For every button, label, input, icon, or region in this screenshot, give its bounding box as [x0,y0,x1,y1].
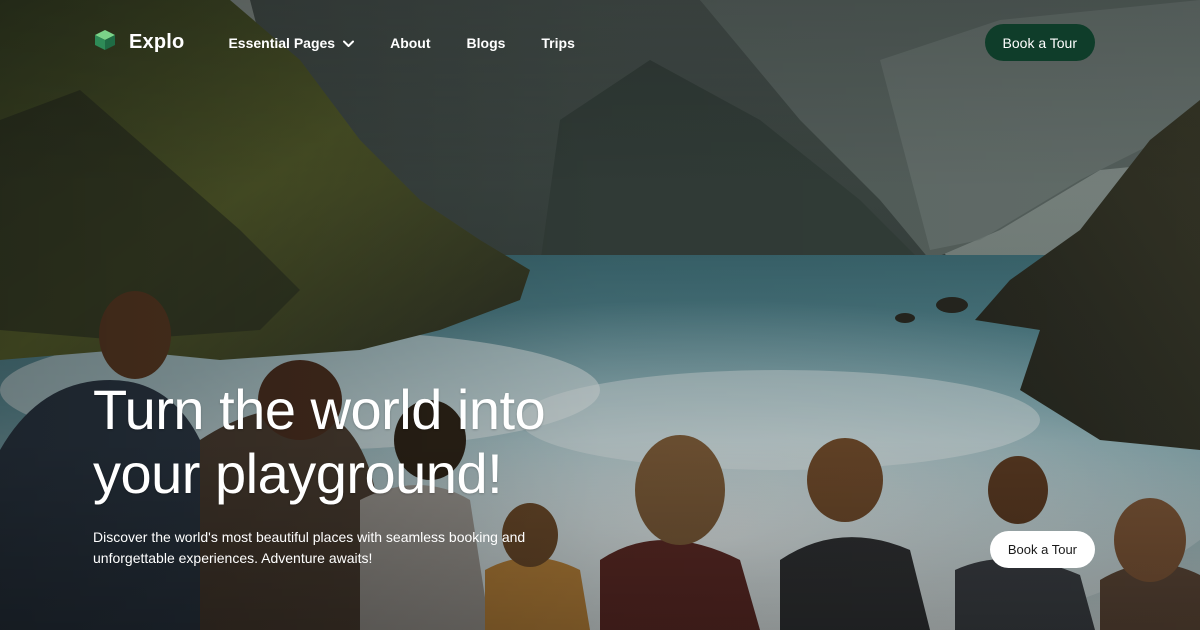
hero-headline-line-2: your playground! [93,442,503,505]
nav-item-trips[interactable]: Trips [541,35,574,51]
cube-icon [93,28,117,57]
nav-item-label: Trips [541,34,575,51]
nav-item-label: About [390,34,431,51]
nav-item-about[interactable]: About [390,35,430,51]
hero-subtitle-line-1: Discover the world's most beautiful plac… [93,529,526,545]
nav-item-label: Blogs [466,34,506,51]
brand-name: Explo [129,31,185,53]
book-a-tour-hero-button[interactable]: Book a Tour [989,531,1095,568]
hero-subtitle-line-2: unforgettable experiences. Adventure awa… [93,550,373,566]
hero-headline-line-1: Turn the world into [93,378,546,441]
nav-menu: Essential Pages About Blogs Trips [228,35,574,51]
top-navigation: Explo Essential Pages About Blogs Trips … [93,24,1095,61]
nav-item-blogs[interactable]: Blogs [467,35,506,51]
hero-subtitle: Discover the world's most beautiful plac… [93,527,573,569]
book-a-tour-nav-button[interactable]: Book a Tour [984,24,1095,61]
nav-item-essential-pages[interactable]: Essential Pages [228,34,355,51]
nav-item-label: Essential Pages [228,34,336,51]
brand[interactable]: Explo [93,28,184,57]
hero-headline: Turn the world into your playground! [93,378,613,506]
hero-section: Explo Essential Pages About Blogs Trips … [0,0,1200,630]
chevron-down-icon [343,35,355,51]
